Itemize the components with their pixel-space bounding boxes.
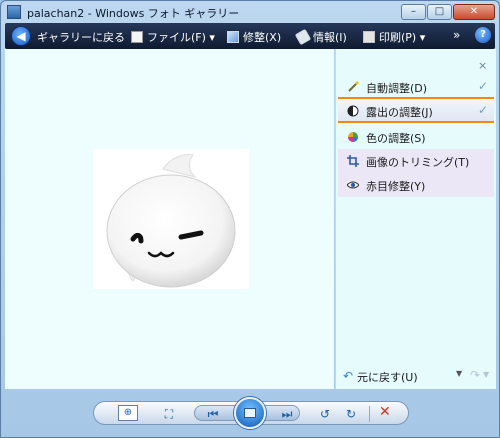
undo-icon[interactable]: ↶ xyxy=(343,369,353,383)
slideshow-button[interactable] xyxy=(234,397,266,429)
exposure-icon xyxy=(347,105,359,117)
fix-tool-icon xyxy=(227,31,239,43)
previous-icon[interactable]: ⏮ xyxy=(204,405,222,423)
fix-panel: × 自動調整(D) ✓ 露出の調整(J) ✓ 色の調整(S) 画像のトリミング(… xyxy=(335,49,496,389)
actual-size-icon[interactable]: ⛶ xyxy=(160,405,178,423)
info-label: 情報(I) xyxy=(313,31,347,44)
photo-image xyxy=(93,149,249,289)
color-adjust-item[interactable]: 色の調整(S) xyxy=(338,125,494,149)
crop-item[interactable]: 画像のトリミング(T) xyxy=(338,149,494,173)
bottom-controls: ⊕ ⛶ ⏮ ⏭ ↺ ↻ ✕ xyxy=(1,391,499,437)
document-icon xyxy=(131,31,143,43)
undo-redo-bar: ↶ 元に戻す(U) ▼ ↷ ▼ xyxy=(335,363,495,387)
back-arrow-icon[interactable]: ◀ xyxy=(11,26,31,46)
delete-icon[interactable]: ✕ xyxy=(379,404,391,420)
color-wheel-icon xyxy=(347,131,359,143)
photo-viewer xyxy=(5,49,334,389)
check-icon: ✓ xyxy=(477,103,488,117)
more-commands-button[interactable]: » xyxy=(453,28,460,42)
print-menu-button[interactable]: 印刷(P) ▾ xyxy=(363,29,425,45)
redo-dropdown-icon[interactable]: ▼ xyxy=(483,370,489,379)
auto-adjust-label: 自動調整(D) xyxy=(366,82,428,95)
crop-label: 画像のトリミング(T) xyxy=(366,156,470,169)
title-bar[interactable]: palachan2 - Windows フォト ギャラリー – □ ✕ xyxy=(1,1,499,23)
info-button[interactable]: 情報(I) xyxy=(294,28,347,46)
control-pill: ⊕ ⛶ ⏮ ⏭ ↺ ↻ ✕ xyxy=(93,397,409,429)
red-eye-item[interactable]: 赤目修整(Y) xyxy=(338,173,494,197)
fix-label: 修整(X) xyxy=(243,31,282,44)
photo-gallery-window: palachan2 - Windows フォト ギャラリー – □ ✕ ◀ ギャ… xyxy=(0,0,500,438)
color-adjust-label: 色の調整(S) xyxy=(366,132,426,145)
undo-dropdown-icon[interactable]: ▼ xyxy=(456,369,462,378)
magic-wand-icon xyxy=(347,81,359,93)
tag-icon xyxy=(294,28,312,46)
minimize-button[interactable]: – xyxy=(401,4,426,20)
exposure-adjust-label: 露出の調整(J) xyxy=(366,106,433,119)
window-title: palachan2 - Windows フォト ギャラリー xyxy=(27,7,240,20)
crop-icon xyxy=(347,155,359,167)
redo-icon[interactable]: ↷ xyxy=(470,368,480,382)
maximize-button[interactable]: □ xyxy=(427,4,452,20)
app-icon xyxy=(7,5,21,19)
red-eye-label: 赤目修整(Y) xyxy=(366,180,426,193)
fix-button[interactable]: 修整(X) xyxy=(227,29,281,45)
exposure-adjust-item[interactable]: 露出の調整(J) ✓ xyxy=(338,99,494,123)
rotate-clockwise-icon[interactable]: ↻ xyxy=(342,405,360,423)
eye-icon xyxy=(346,179,360,191)
separator xyxy=(369,406,370,422)
main-toolbar: ◀ ギャラリーに戻る ファイル(F) ▾ 修整(X) 情報(I) 印刷(P) ▾… xyxy=(5,23,495,49)
slideshow-icon xyxy=(244,408,256,418)
check-icon: ✓ xyxy=(477,79,488,93)
help-icon[interactable]: ? xyxy=(475,27,491,43)
next-icon[interactable]: ⏭ xyxy=(278,405,296,423)
close-button[interactable]: ✕ xyxy=(453,4,495,20)
file-menu-button[interactable]: ファイル(F) ▾ xyxy=(131,29,215,45)
printer-icon xyxy=(363,31,375,43)
zoom-icon[interactable]: ⊕ xyxy=(118,405,138,421)
back-to-gallery-button[interactable]: ギャラリーに戻る xyxy=(37,29,125,45)
auto-adjust-item[interactable]: 自動調整(D) ✓ xyxy=(338,75,494,99)
panel-close-icon[interactable]: × xyxy=(478,59,487,72)
window-controls: – □ ✕ xyxy=(401,4,495,20)
ghost-character-illustration xyxy=(106,154,236,288)
undo-button[interactable]: 元に戻す(U) xyxy=(357,369,418,385)
print-label: 印刷(P) ▾ xyxy=(379,31,426,44)
rotate-counterclockwise-icon[interactable]: ↺ xyxy=(316,405,334,423)
file-menu-label: ファイル(F) ▾ xyxy=(147,31,215,44)
